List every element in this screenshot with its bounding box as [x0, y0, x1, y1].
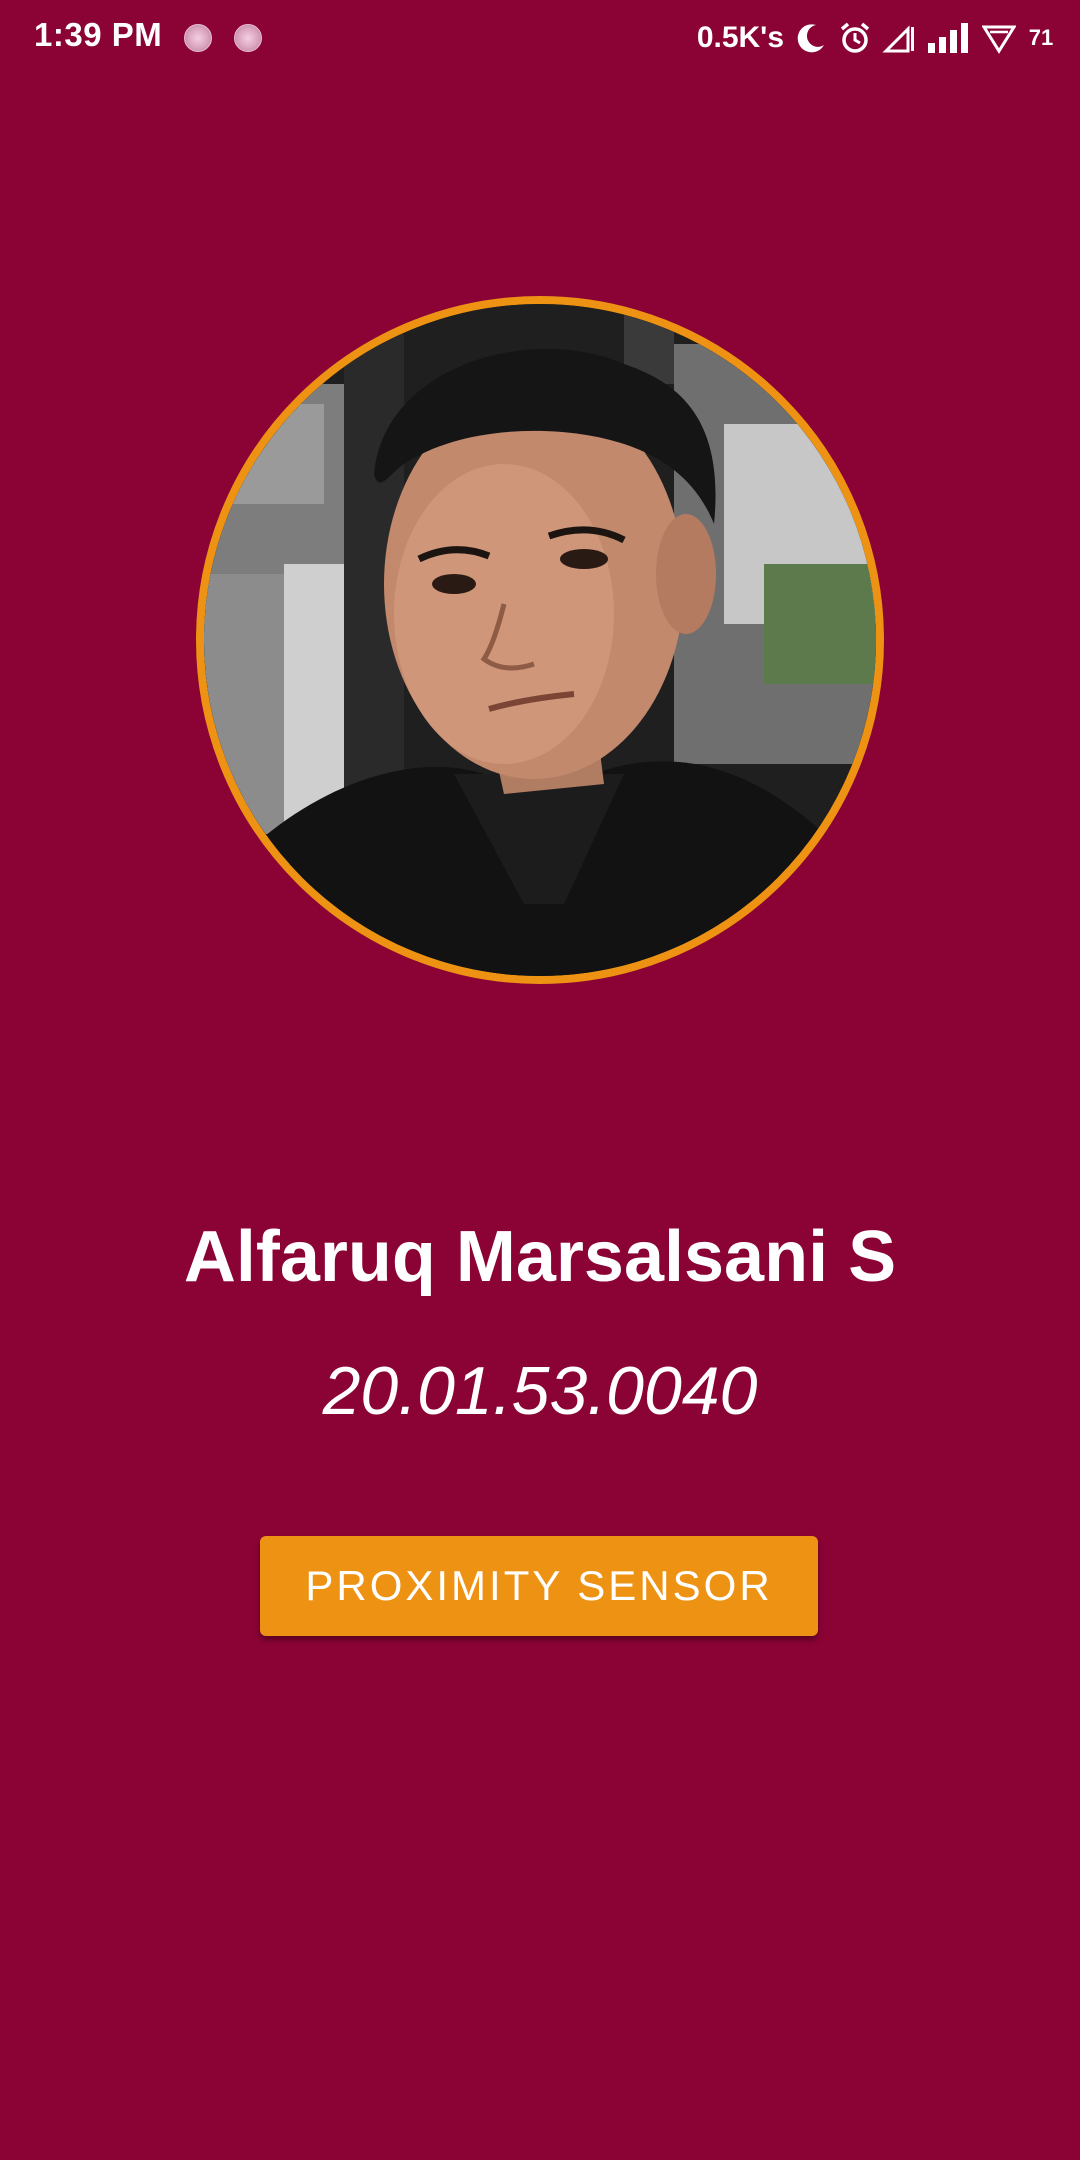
network-speed: 0.5K's [696, 21, 784, 54]
student-id: 20.01.53.0040 [322, 1353, 758, 1429]
proximity-sensor-button[interactable]: PROXIMITY SENSOR [260, 1536, 818, 1636]
status-time: 1:39 PM [34, 16, 163, 53]
notification-dot-icon [234, 24, 262, 52]
status-bar: 1:39 PM 0.5K's 71 [0, 0, 1080, 76]
alarm-icon [838, 21, 872, 55]
battery-icon: 71 [1026, 18, 1056, 58]
battery-level: 71 [1028, 25, 1054, 50]
notification-dot-icon [184, 24, 212, 52]
profile-photo [196, 296, 884, 984]
signal-empty-icon [882, 21, 916, 55]
wifi-icon [981, 21, 1017, 55]
profile-name: Alfaruq Marsalsani S [183, 1217, 897, 1297]
signal-full-icon [926, 21, 972, 55]
moon-icon [794, 21, 828, 55]
app-screen: 1:39 PM 0.5K's 71 Alfaruq Marsalsani S 2… [0, 0, 1080, 2160]
status-icons: 0.5K's 71 [697, 14, 1056, 62]
